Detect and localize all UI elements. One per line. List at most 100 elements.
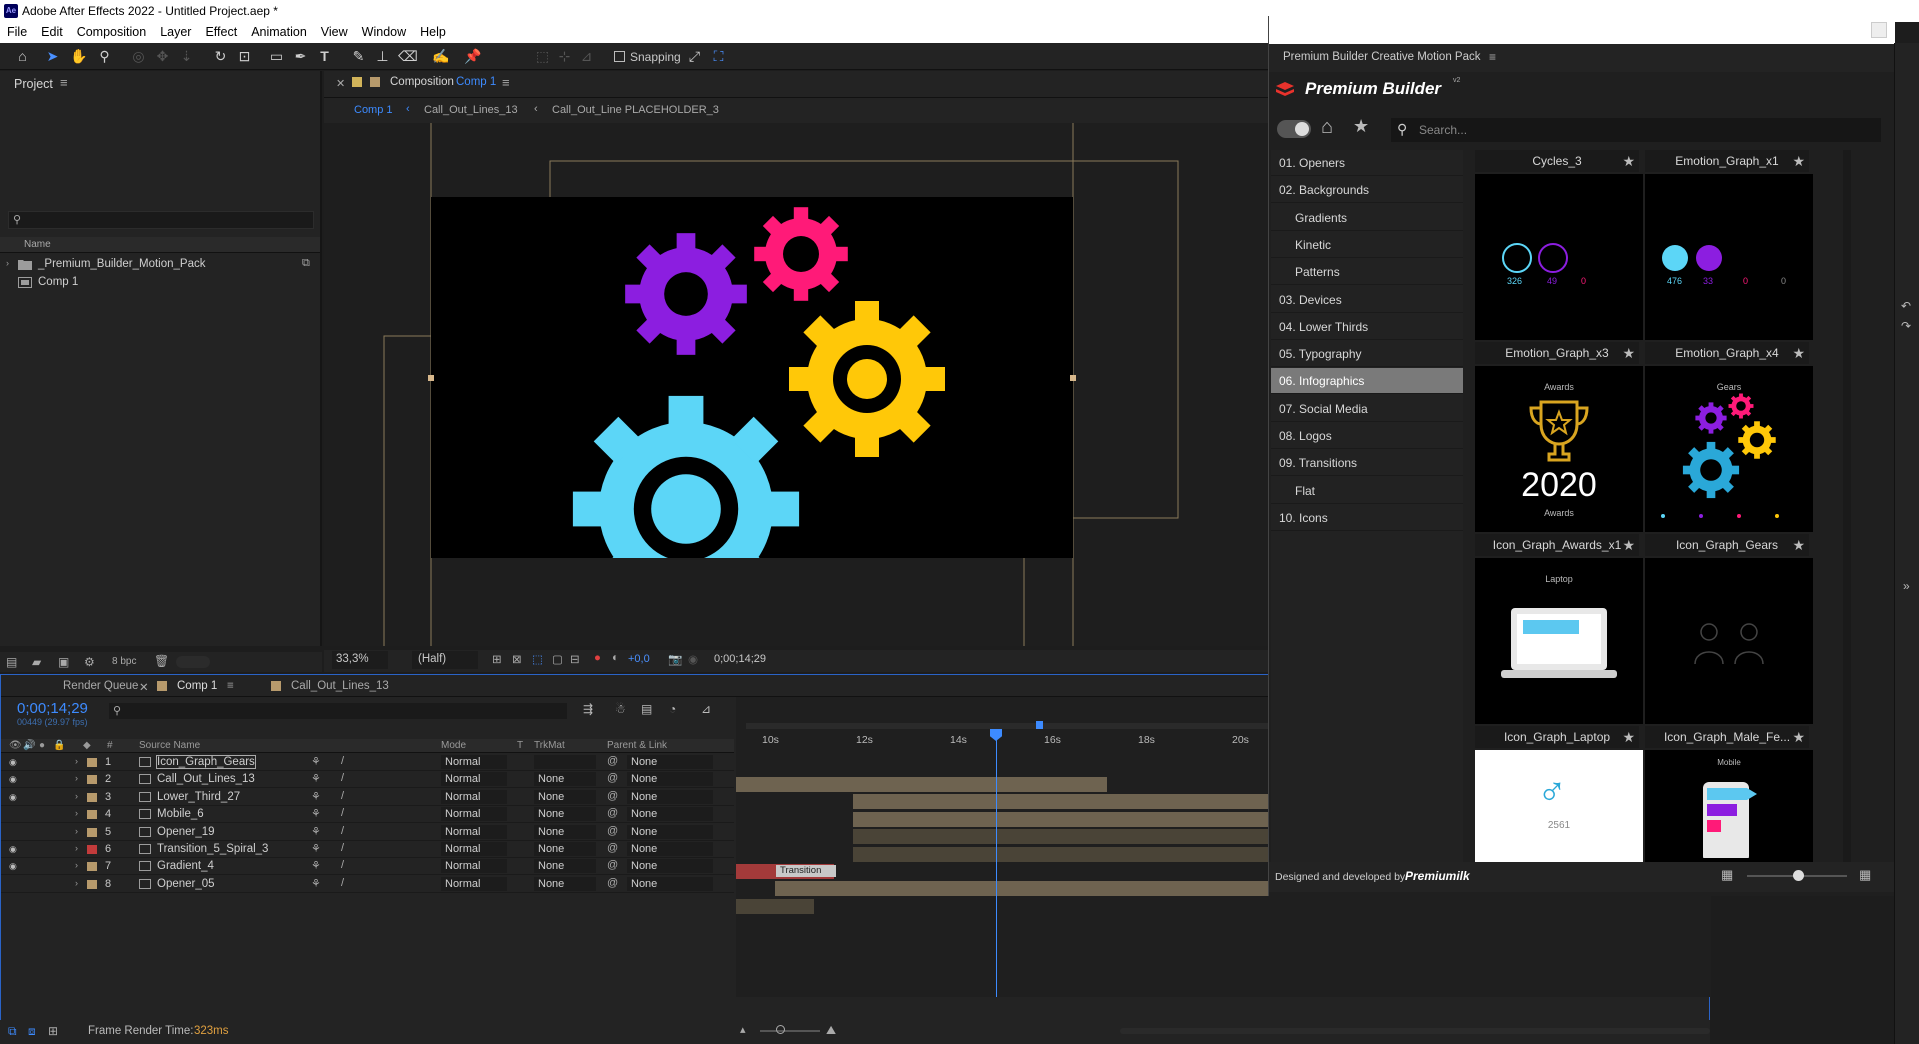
- quality-switch-icon[interactable]: /: [341, 790, 344, 802]
- chevron-right-icon[interactable]: ›: [75, 808, 78, 818]
- toggle-in-out-icon[interactable]: ⊞: [48, 1024, 58, 1038]
- collapse-switch-icon[interactable]: ⚘: [311, 877, 321, 890]
- pen-tool-icon[interactable]: ✒: [292, 48, 309, 65]
- zoom-tool-icon[interactable]: ⚲: [96, 48, 113, 65]
- pan-tool-icon[interactable]: ✥: [154, 48, 171, 65]
- timeline-zoom-slider[interactable]: [760, 1030, 820, 1032]
- menu-effect[interactable]: Effect: [198, 22, 244, 39]
- collapse-switch-icon[interactable]: ⚘: [311, 859, 321, 872]
- chevron-right-icon[interactable]: ›: [75, 756, 78, 766]
- new-comp-icon[interactable]: ▣: [58, 655, 69, 669]
- layer-name[interactable]: Opener_19: [157, 826, 215, 838]
- snap-grid-icon[interactable]: ⛶: [710, 48, 727, 65]
- zoom-out-icon[interactable]: ▴: [740, 1023, 746, 1036]
- snap-options-icon[interactable]: ⤢: [686, 48, 703, 65]
- pick-whip-icon[interactable]: @: [607, 825, 618, 837]
- parent-select[interactable]: None: [627, 859, 713, 874]
- project-search-input[interactable]: ⚲: [8, 211, 314, 229]
- fast-preview-icon[interactable]: ⊞: [492, 652, 502, 666]
- quality-switch-icon[interactable]: /: [341, 877, 344, 889]
- blend-mode-select[interactable]: Normal: [441, 755, 507, 769]
- thumb-label[interactable]: Emotion_Graph_x4 ★: [1645, 342, 1809, 364]
- blend-mode-select[interactable]: Normal: [441, 772, 507, 787]
- zoom-slider-handle[interactable]: [776, 1025, 785, 1034]
- parent-select[interactable]: None: [627, 807, 713, 822]
- show-snapshot-icon[interactable]: ◉: [688, 652, 698, 666]
- channels-icon[interactable]: ●: [594, 652, 601, 664]
- tab-render-queue[interactable]: Render Queue: [63, 680, 138, 692]
- home-icon[interactable]: ⌂: [1321, 116, 1333, 139]
- thumb-label[interactable]: Icon_Graph_Male_Fe... ★: [1645, 726, 1809, 748]
- blend-mode-select[interactable]: Normal: [441, 789, 507, 804]
- category-item[interactable]: Kinetic: [1271, 232, 1463, 258]
- menu-edit[interactable]: Edit: [34, 22, 70, 39]
- grid-small-icon[interactable]: ▦: [1721, 867, 1733, 883]
- toggle-modes-icon[interactable]: ⧈: [28, 1024, 36, 1039]
- chevron-right-icon[interactable]: ›: [75, 826, 78, 836]
- layer-name[interactable]: Opener_05: [157, 878, 215, 890]
- collapse-switch-icon[interactable]: ⚘: [311, 755, 321, 768]
- close-icon[interactable]: ✕: [139, 680, 149, 694]
- category-item[interactable]: 03. Devices: [1271, 287, 1463, 313]
- mask-visibility-icon[interactable]: ⬚: [532, 652, 543, 666]
- viewer-timecode[interactable]: 0;00;14;29: [714, 653, 766, 665]
- pick-whip-icon[interactable]: @: [607, 755, 618, 767]
- pick-whip-icon[interactable]: @: [607, 807, 618, 819]
- thumb-emotion-graph-x4[interactable]: 476 33 0 0: [1645, 174, 1813, 340]
- bit-depth-label[interactable]: 8 bpc: [112, 656, 136, 667]
- region-of-interest-icon[interactable]: ▢: [552, 652, 563, 666]
- redo-icon[interactable]: ↷: [1901, 319, 1911, 333]
- blend-mode-select[interactable]: Normal: [441, 824, 507, 839]
- eraser-tool-icon[interactable]: ⌫: [398, 48, 418, 65]
- menu-help[interactable]: Help: [413, 22, 453, 39]
- track-matte-select[interactable]: None: [534, 772, 596, 787]
- track-matte-select[interactable]: [534, 755, 596, 769]
- anchor-tool-icon[interactable]: ⊡: [236, 48, 253, 65]
- layer-name[interactable]: Transition_5_Spiral_3: [157, 843, 268, 855]
- axis-view-icon[interactable]: ⊿: [578, 48, 595, 65]
- comp-mini-flowchart-icon[interactable]: ⇶: [583, 702, 593, 716]
- transparency-grid-icon[interactable]: ⊠: [512, 652, 522, 666]
- layer-row[interactable]: ◉ › 6 Transition_5_Spiral_3 ⚘ / Normal None @ Non…: [1, 841, 734, 858]
- flowchart-icon[interactable]: ⧉: [302, 257, 310, 270]
- category-item[interactable]: 06. Infographics: [1271, 368, 1463, 395]
- blend-mode-select[interactable]: Normal: [441, 842, 507, 856]
- thumb-label[interactable]: Icon_Graph_Awards_x1 ★: [1475, 534, 1639, 556]
- thumb-label[interactable]: Icon_Graph_Gears ★: [1645, 534, 1809, 556]
- collapse-switch-icon[interactable]: ⚘: [311, 772, 321, 785]
- timeline-timecode[interactable]: 0;00;14;29: [17, 700, 88, 717]
- exposure-reset-icon[interactable]: ◐: [612, 652, 619, 664]
- close-icon[interactable]: ✕: [336, 77, 345, 90]
- category-item[interactable]: Flat: [1271, 478, 1463, 504]
- parent-select[interactable]: None: [627, 789, 713, 804]
- layer-search-input[interactable]: ⚲: [109, 703, 567, 719]
- thumb-label[interactable]: Icon_Graph_Laptop ★: [1475, 726, 1639, 748]
- collapse-switch-icon[interactable]: ⚘: [311, 790, 321, 803]
- home-icon[interactable]: ⌂: [14, 48, 31, 65]
- menu-layer[interactable]: Layer: [153, 22, 198, 39]
- selection-tool-icon[interactable]: ➤: [44, 48, 61, 65]
- layer-row[interactable]: ◉ › 2 Call_Out_Lines_13 ⚘ / Normal None @ None: [1, 771, 734, 789]
- thumb-label[interactable]: Emotion_Graph_x1 ★: [1645, 150, 1809, 172]
- parent-select[interactable]: None: [627, 842, 713, 856]
- menu-composition[interactable]: Composition: [70, 22, 153, 39]
- rectangle-tool-icon[interactable]: ▭: [268, 48, 285, 65]
- parent-select[interactable]: None: [627, 772, 713, 787]
- track-matte-select[interactable]: None: [534, 876, 596, 891]
- clone-stamp-icon[interactable]: ⊥: [374, 48, 391, 65]
- favorite-star-icon[interactable]: ★: [1792, 345, 1805, 362]
- layer-name[interactable]: Icon_Graph_Gears: [156, 755, 256, 769]
- collapse-switch-icon[interactable]: ⚘: [311, 807, 321, 820]
- chevron-right-icon[interactable]: ›: [75, 791, 78, 801]
- chevron-right-icon[interactable]: ›: [75, 860, 78, 870]
- category-item[interactable]: 05. Typography: [1271, 341, 1463, 368]
- parent-select[interactable]: None: [627, 755, 713, 769]
- thumb-icon-graph-mobile[interactable]: Mobile: [1645, 750, 1813, 878]
- favorite-star-icon[interactable]: ★: [1792, 537, 1805, 554]
- toggle-switches-icon[interactable]: ⧉: [8, 1024, 17, 1039]
- visibility-eye-icon[interactable]: ◉: [9, 844, 19, 854]
- thumb-label[interactable]: Cycles_3 ★: [1475, 150, 1639, 172]
- zoom-in-icon[interactable]: ⛰: [826, 1023, 836, 1038]
- quality-switch-icon[interactable]: /: [341, 842, 344, 854]
- menu-animation[interactable]: Animation: [244, 22, 314, 39]
